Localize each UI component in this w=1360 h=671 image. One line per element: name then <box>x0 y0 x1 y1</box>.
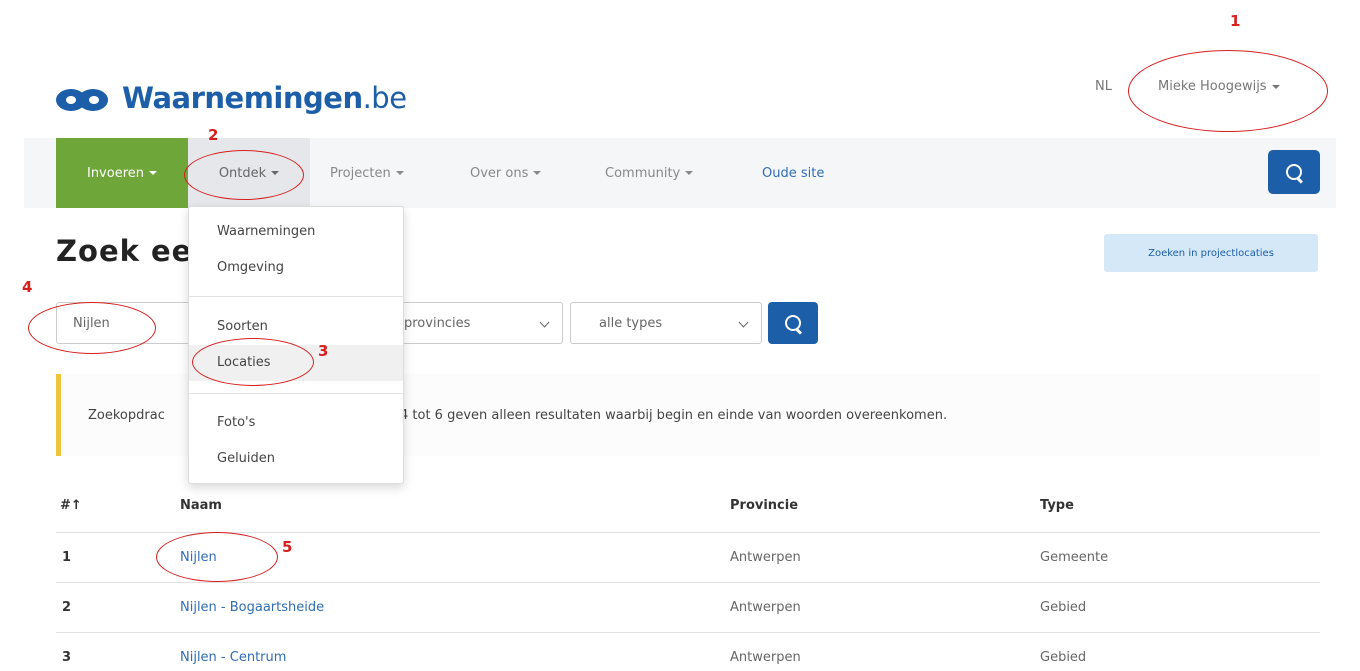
nav-item-invoeren[interactable]: Invoeren <box>56 138 188 208</box>
chevron-down-icon <box>539 317 550 328</box>
chevron-down-icon <box>738 317 749 328</box>
menu-item-soorten[interactable]: Soorten <box>217 319 268 334</box>
nav-item-over-ons[interactable]: Over ons <box>470 138 542 208</box>
table-cell-province: Antwerpen <box>730 550 801 565</box>
annotation-number: 2 <box>208 126 219 144</box>
menu-divider <box>189 296 403 297</box>
table-cell-type: Gebied <box>1040 650 1087 665</box>
search-icon <box>785 315 801 331</box>
logo-suffix-text: .be <box>362 81 407 115</box>
table-header-provincie[interactable]: Provincie <box>730 498 798 513</box>
annotation-number: 3 <box>318 342 329 360</box>
alert-text-end: 4 tot 6 geven alleen resultaten waarbij … <box>400 408 948 423</box>
table-divider <box>56 532 1320 533</box>
annotation-ellipse <box>156 532 278 582</box>
menu-item-omgeving[interactable]: Omgeving <box>217 260 284 275</box>
type-select[interactable]: alle types <box>570 302 762 344</box>
search-project-locations-button[interactable]: Zoeken in projectlocaties <box>1104 234 1318 272</box>
table-cell-number: 3 <box>62 650 72 665</box>
table-divider <box>56 632 1320 633</box>
chevron-down-icon <box>149 171 157 175</box>
site-logo[interactable]: Waarnemingen.be <box>56 78 407 118</box>
menu-divider <box>189 393 403 394</box>
table-header-number[interactable]: #↑ <box>60 498 82 513</box>
table-divider <box>56 582 1320 583</box>
annotation-ellipse <box>1128 50 1328 132</box>
table-cell-number: 2 <box>62 600 72 615</box>
table-cell-name-link[interactable]: Nijlen - Centrum <box>180 650 286 665</box>
table-cell-type: Gemeente <box>1040 550 1109 565</box>
chevron-down-icon <box>685 171 694 175</box>
table-cell-province: Antwerpen <box>730 600 801 615</box>
search-icon <box>1286 164 1302 180</box>
nav-search-button[interactable] <box>1268 150 1320 194</box>
nav-item-community[interactable]: Community <box>605 138 694 208</box>
logo-main-text: Waarnemingen <box>122 81 363 115</box>
table-cell-number: 1 <box>62 550 72 565</box>
annotation-ellipse <box>184 150 304 200</box>
table-cell-name-link[interactable]: Nijlen - Bogaartsheide <box>180 600 324 615</box>
annotation-number: 4 <box>22 278 33 296</box>
chevron-down-icon <box>533 171 542 175</box>
chevron-down-icon <box>395 171 404 175</box>
annotation-number: 1 <box>1230 12 1241 30</box>
search-submit-button[interactable] <box>768 302 818 344</box>
menu-item-fotos[interactable]: Foto's <box>217 415 255 430</box>
table-cell-province: Antwerpen <box>730 650 801 665</box>
table-header-naam[interactable]: Naam <box>180 498 222 513</box>
menu-item-waarnemingen[interactable]: Waarnemingen <box>217 224 315 239</box>
annotation-number: 5 <box>282 538 293 556</box>
table-cell-type: Gebied <box>1040 600 1087 615</box>
table-header-type[interactable]: Type <box>1040 498 1074 513</box>
binoculars-logo-icon <box>56 83 114 113</box>
menu-item-geluiden[interactable]: Geluiden <box>217 451 275 466</box>
language-selector[interactable]: NL <box>1095 79 1112 94</box>
alert-text-start: Zoekopdrac <box>88 408 165 423</box>
annotation-ellipse <box>28 302 156 354</box>
nav-item-oude-site[interactable]: Oude site <box>762 138 824 208</box>
nav-item-projecten[interactable]: Projecten <box>330 138 404 208</box>
page-title: Zoek ee <box>56 234 193 268</box>
annotation-ellipse <box>192 338 314 386</box>
